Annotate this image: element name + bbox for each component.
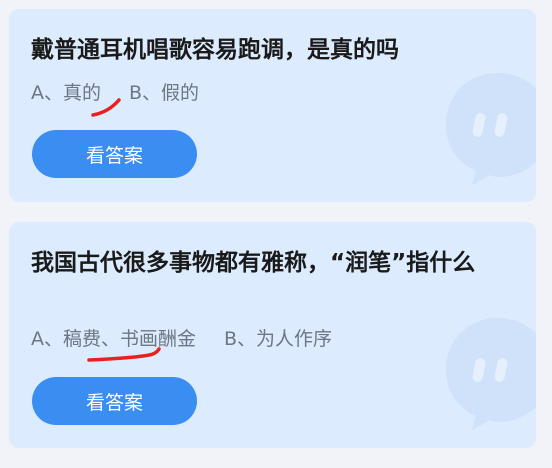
- chat-bubble-icon: [446, 73, 536, 185]
- quiz-card: 我国古代很多事物都有雅称，“润笔”指什么 A、稿费、书画酬金 B、为人作序 看答案: [9, 222, 536, 448]
- answer-options: A、真的 B、假的: [31, 78, 199, 105]
- view-answer-button[interactable]: 看答案: [32, 377, 197, 425]
- option-b: B、为人作序: [224, 328, 333, 350]
- view-answer-button[interactable]: 看答案: [32, 130, 197, 178]
- question-text: 戴普通耳机唱歌容易跑调，是真的吗: [31, 37, 399, 63]
- option-b: B、假的: [129, 82, 200, 104]
- question-text: 我国古代很多事物都有雅称，“润笔”指什么: [31, 250, 476, 276]
- answer-options: A、稿费、书画酬金 B、为人作序: [31, 324, 332, 351]
- chat-bubble-icon: [446, 318, 536, 430]
- option-a: A、真的: [31, 82, 101, 104]
- quiz-card: 戴普通耳机唱歌容易跑调，是真的吗 A、真的 B、假的 看答案: [9, 9, 536, 202]
- option-a: A、稿费、书画酬金: [31, 328, 196, 350]
